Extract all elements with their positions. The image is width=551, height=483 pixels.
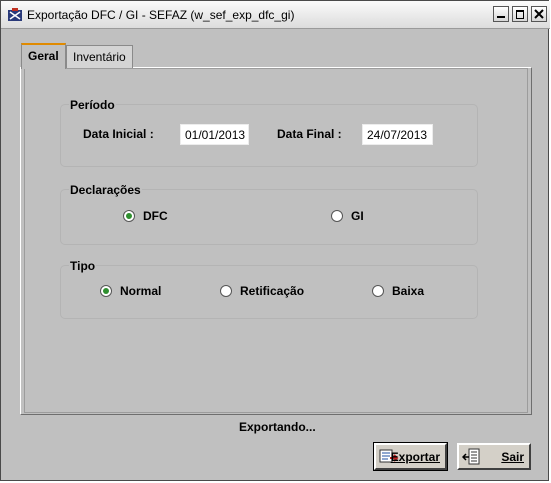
exportar-button[interactable]: Exportar (373, 442, 448, 471)
declaracoes-title: Declarações (69, 183, 142, 197)
normal-radio-label[interactable]: Normal (120, 284, 161, 298)
sair-label: Sair (501, 450, 524, 464)
baixa-radio[interactable] (372, 285, 384, 297)
data-inicial-label: Data Inicial : (83, 127, 154, 141)
tab-inventario[interactable]: Inventário (66, 45, 133, 68)
tab-geral[interactable]: Geral (21, 43, 66, 69)
tipo-title: Tipo (69, 259, 97, 273)
data-final-label: Data Final : (277, 127, 342, 141)
app-icon (7, 7, 23, 23)
data-inicial-field[interactable] (180, 124, 249, 145)
exportar-label: Exportar (390, 450, 440, 464)
retificacao-radio-label[interactable]: Retificação (240, 284, 304, 298)
baixa-radio-label[interactable]: Baixa (392, 284, 424, 298)
minimize-icon[interactable] (493, 6, 509, 22)
exit-icon (461, 448, 482, 469)
dfc-radio-label[interactable]: DFC (143, 209, 168, 223)
dfc-radio[interactable] (123, 210, 135, 222)
retificacao-radio[interactable] (220, 285, 232, 297)
window-title: Exportação DFC / GI - SEFAZ (w_sef_exp_d… (27, 8, 295, 22)
close-icon[interactable] (531, 6, 547, 22)
maximize-icon[interactable] (512, 6, 528, 22)
periodo-title: Período (69, 98, 116, 112)
title-bar[interactable]: Exportação DFC / GI - SEFAZ (w_sef_exp_d… (1, 1, 550, 29)
data-final-field[interactable] (362, 124, 433, 145)
normal-radio[interactable] (100, 285, 112, 297)
gi-radio[interactable] (331, 210, 343, 222)
gi-radio-label[interactable]: GI (351, 209, 364, 223)
main-window: Exportação DFC / GI - SEFAZ (w_sef_exp_d… (0, 0, 550, 481)
sair-button[interactable]: Sair (457, 443, 531, 470)
status-text: Exportando... (239, 420, 316, 434)
